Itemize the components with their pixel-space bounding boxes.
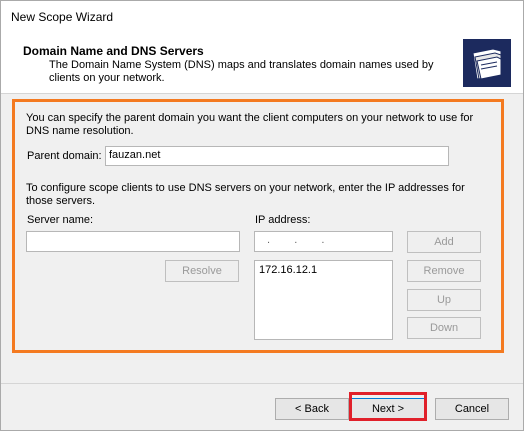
folders-icon	[463, 39, 511, 87]
parent-domain-input[interactable]: fauzan.net	[105, 146, 449, 166]
cancel-button[interactable]: Cancel	[435, 398, 509, 420]
window-title: New Scope Wizard	[11, 10, 114, 24]
ip-address-label: IP address:	[255, 214, 311, 226]
server-name-label: Server name:	[27, 214, 94, 226]
dns-server-list[interactable]: 172.16.12.1	[254, 260, 393, 340]
resolve-button[interactable]: Resolve	[165, 260, 239, 282]
page-description: The Domain Name System (DNS) maps and tr…	[49, 59, 434, 84]
title-bar[interactable]: New Scope Wizard	[1, 1, 523, 31]
next-highlight-frame	[349, 392, 427, 421]
down-button[interactable]: Down	[407, 317, 481, 339]
page-title: Domain Name and DNS Servers	[23, 44, 204, 58]
back-button[interactable]: < Back	[275, 398, 349, 420]
list-item[interactable]: 172.16.12.1	[259, 264, 388, 276]
wizard-header: Domain Name and DNS Servers The Domain N…	[1, 31, 523, 94]
wizard-content: You can specify the parent domain you wa…	[1, 94, 523, 383]
parent-domain-label: Parent domain:	[27, 150, 102, 162]
add-button[interactable]: Add	[407, 231, 481, 253]
wizard-footer: < Back Next > Cancel	[1, 384, 523, 430]
remove-button[interactable]: Remove	[407, 260, 481, 282]
parent-domain-intro: You can specify the parent domain you wa…	[26, 112, 474, 137]
server-name-input[interactable]	[26, 231, 240, 252]
ip-address-input[interactable]: . . .	[254, 231, 393, 252]
up-button[interactable]: Up	[407, 289, 481, 311]
wizard-window: New Scope Wizard Domain Name and DNS Ser…	[0, 0, 524, 431]
dns-servers-instruction: To configure scope clients to use DNS se…	[26, 182, 465, 207]
